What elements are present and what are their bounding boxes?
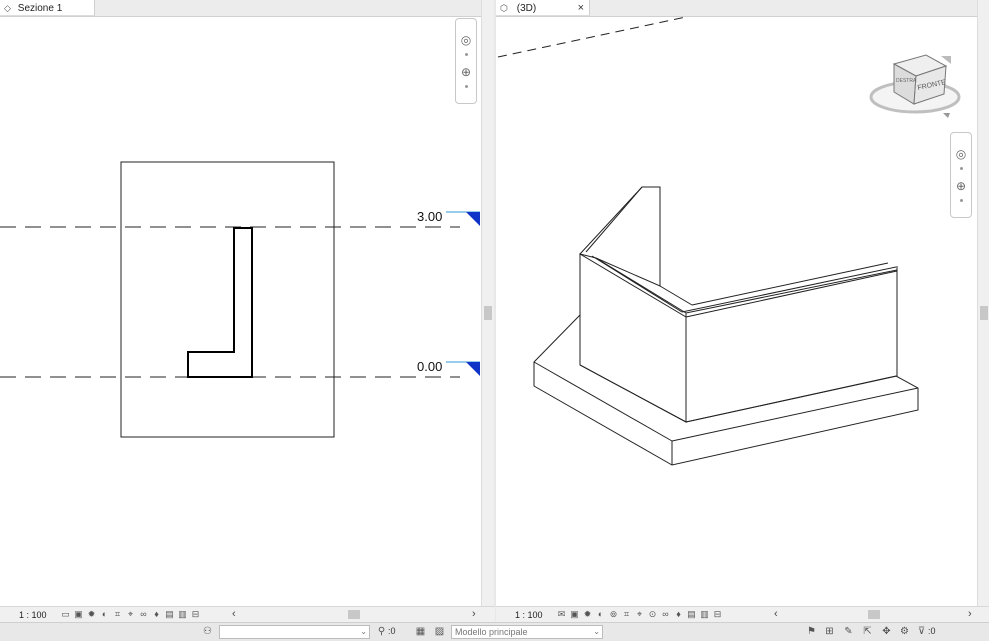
scroll-thumb[interactable] [484, 306, 492, 320]
selection-count: :0 [388, 626, 396, 636]
select-links-icon[interactable]: ⚑ [805, 625, 818, 638]
select-pinned-icon[interactable]: ✎ [842, 625, 855, 638]
crop-view-icon[interactable]: ⌗ [621, 609, 632, 620]
show-crop-icon[interactable]: ⌖ [634, 609, 645, 620]
navigation-bar-3d[interactable]: ◎ ⊕ [950, 132, 972, 218]
model-label: Modello principale [455, 627, 528, 637]
left-vertical-scrollbar[interactable] [481, 0, 494, 606]
filter-icon[interactable]: ⊽ [915, 625, 928, 638]
visual-style-icon[interactable]: ▣ [569, 609, 580, 620]
view-scale[interactable]: 1 : 100 [19, 610, 47, 620]
horizontal-scroll-thumb[interactable] [868, 610, 880, 619]
horizontal-scroll-thumb[interactable] [348, 610, 360, 619]
reveal-hidden-icon[interactable]: ♦ [673, 609, 684, 620]
scroll-right-icon[interactable]: › [968, 608, 972, 620]
viewcube-side-label: DESTRA [896, 78, 917, 84]
constraints-icon[interactable]: ⊟ [190, 609, 201, 620]
level-marker-0 [466, 362, 480, 376]
left-view-control-bar: 1 : 100 ▭ ▣ ✹ ◐ ⌗ ⌖ ∞ ♦ ▤ ▥ ⊟ ‹ › [0, 606, 495, 622]
steering-wheel-icon[interactable]: ◎ [459, 33, 473, 47]
scroll-left-icon[interactable]: ‹ [232, 608, 236, 620]
section-view-pane[interactable]: ◇ Sezione 1 3.00 0.00 ◎ ⊕ 1 : 100 ▭ ▣ ✹ … [0, 0, 495, 622]
temporary-properties-icon[interactable]: ▤ [164, 609, 175, 620]
rendering-icon[interactable]: ⊚ [608, 609, 619, 620]
status-bar: ⚇ ⌄ ⚲ :0 ▦ ▨ Modello principale ⌄ ⚑ ⊞ ✎ … [0, 622, 989, 641]
background-process-icon[interactable]: ⚙ [898, 625, 911, 638]
shadows-icon[interactable]: ◐ [99, 609, 110, 620]
view-control-icons: ▭ ▣ ✹ ◐ ⌗ ⌖ ∞ ♦ ▤ ▥ ⊟ [60, 609, 201, 620]
sun-path-icon[interactable]: ✹ [86, 609, 97, 620]
worksharing-icon[interactable]: ▥ [699, 609, 710, 620]
select-underlay-icon[interactable]: ⊞ [823, 625, 836, 638]
section-drawing[interactable] [0, 0, 483, 622]
3d-model-drawing[interactable]: FRONTE DESTRA [496, 0, 989, 622]
view-scale[interactable]: 1 : 100 [515, 610, 543, 620]
navigation-bar[interactable]: ◎ ⊕ [455, 18, 477, 104]
design-option-dropdown[interactable]: Modello principale ⌄ [451, 625, 603, 639]
separator-dot [960, 167, 963, 170]
viewcube[interactable]: FRONTE DESTRA [869, 54, 961, 118]
visual-style-icon[interactable]: ▣ [73, 609, 84, 620]
detail-level-icon[interactable]: ✉ [556, 609, 567, 620]
steering-wheel-icon[interactable]: ◎ [954, 147, 968, 161]
chevron-down-icon: ⌄ [593, 627, 600, 636]
constraints-icon[interactable]: ⊟ [712, 609, 723, 620]
right-view-control-bar: 1 : 100 ✉ ▣ ✹ ◐ ⊚ ⌗ ⌖ ⊙ ∞ ♦ ▤ ▥ ⊟ ‹ › [496, 606, 989, 622]
chevron-down-icon: ⌄ [360, 627, 367, 636]
view-control-icons: ✉ ▣ ✹ ◐ ⊚ ⌗ ⌖ ⊙ ∞ ♦ ▤ ▥ ⊟ [556, 609, 723, 620]
temporary-hide-icon[interactable]: ∞ [138, 609, 149, 620]
sun-path-icon[interactable]: ✹ [582, 609, 593, 620]
temporary-hide-icon[interactable]: ∞ [660, 609, 671, 620]
3d-view-pane[interactable]: ⬡ (3D) × FRONTE DESTRA ◎ ⊕ 1: 100 ✉ ▣ ✹… [496, 0, 989, 622]
zoom-icon[interactable]: ⊕ [954, 179, 968, 193]
scroll-left-icon[interactable]: ‹ [774, 608, 778, 620]
right-vertical-scrollbar[interactable] [977, 0, 989, 606]
separator-dot [465, 85, 468, 88]
drag-elements-icon[interactable]: ✥ [880, 625, 893, 638]
temporary-properties-icon[interactable]: ▤ [686, 609, 697, 620]
level-marker-3 [466, 212, 480, 226]
worksets-icon[interactable]: ⚇ [201, 625, 214, 638]
crop-view-icon[interactable]: ⌗ [112, 609, 123, 620]
level-label-0[interactable]: 0.00 [417, 359, 442, 374]
scroll-thumb[interactable] [980, 306, 988, 320]
shadows-icon[interactable]: ◐ [595, 609, 606, 620]
scroll-right-icon[interactable]: › [472, 608, 476, 620]
detail-level-icon[interactable]: ▭ [60, 609, 71, 620]
filter-count: :0 [928, 626, 936, 636]
design-options-icon[interactable]: ▦ [414, 625, 427, 638]
separator-dot [960, 199, 963, 202]
reveal-hidden-icon[interactable]: ♦ [151, 609, 162, 620]
level-label-3[interactable]: 3.00 [417, 209, 442, 224]
select-by-face-icon[interactable]: ⇱ [861, 625, 874, 638]
lock-view-icon[interactable]: ⊙ [647, 609, 658, 620]
workset-dropdown[interactable]: ⌄ [219, 625, 370, 639]
separator-dot [465, 53, 468, 56]
show-crop-icon[interactable]: ⌖ [125, 609, 136, 620]
worksharing-icon[interactable]: ▥ [177, 609, 188, 620]
editable-only-icon[interactable]: ⚲ [375, 625, 388, 638]
zoom-icon[interactable]: ⊕ [459, 65, 473, 79]
design-option-set-icon[interactable]: ▨ [433, 625, 446, 638]
